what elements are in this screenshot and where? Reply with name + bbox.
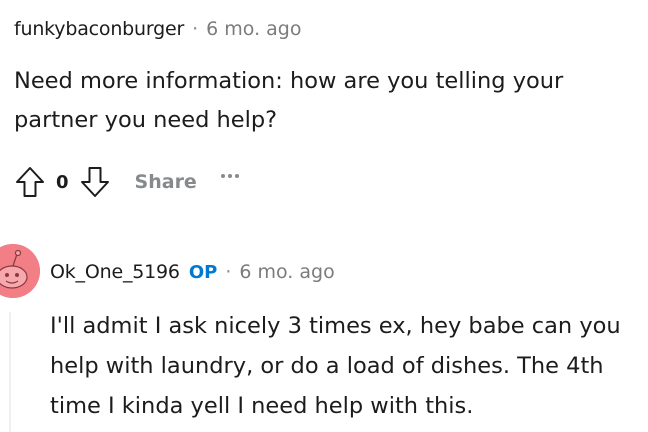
reply-timestamp[interactable]: 6 mo. ago <box>239 261 334 283</box>
reply-meta: Ok_One_5196 OP · 6 mo. ago <box>50 258 335 286</box>
downvote-button[interactable] <box>77 164 113 200</box>
comment-timestamp[interactable]: 6 mo. ago <box>206 18 301 40</box>
dot <box>227 174 232 178</box>
dot <box>220 174 225 178</box>
comment-actions: 0 Share <box>12 164 239 200</box>
comment-meta: funkybaconburger · 6 mo. ago <box>14 16 302 42</box>
dot <box>234 174 239 178</box>
upvote-button[interactable] <box>12 164 48 200</box>
share-button[interactable]: Share <box>135 171 197 193</box>
arrow-up-icon <box>16 167 44 197</box>
arrow-down-icon <box>80 167 109 197</box>
thread-line[interactable] <box>9 312 11 432</box>
op-badge: OP <box>188 261 218 283</box>
reply-body: I'll admit I ask nicely 3 times ex, hey … <box>50 313 621 419</box>
comment-thread: funkybaconburger · 6 mo. ago Need more i… <box>0 0 648 432</box>
snoo-avatar-icon <box>0 244 40 298</box>
ellipsis-icon[interactable] <box>220 166 239 186</box>
vote-score: 0 <box>56 171 69 193</box>
avatar[interactable] <box>0 244 40 298</box>
meta-separator: · <box>225 261 232 283</box>
reply-author-link[interactable]: Ok_One_5196 <box>50 261 180 283</box>
comment-body: Need more information: how are you telli… <box>14 68 564 133</box>
comment-author-link[interactable]: funkybaconburger <box>14 18 184 40</box>
meta-separator: · <box>192 18 199 40</box>
